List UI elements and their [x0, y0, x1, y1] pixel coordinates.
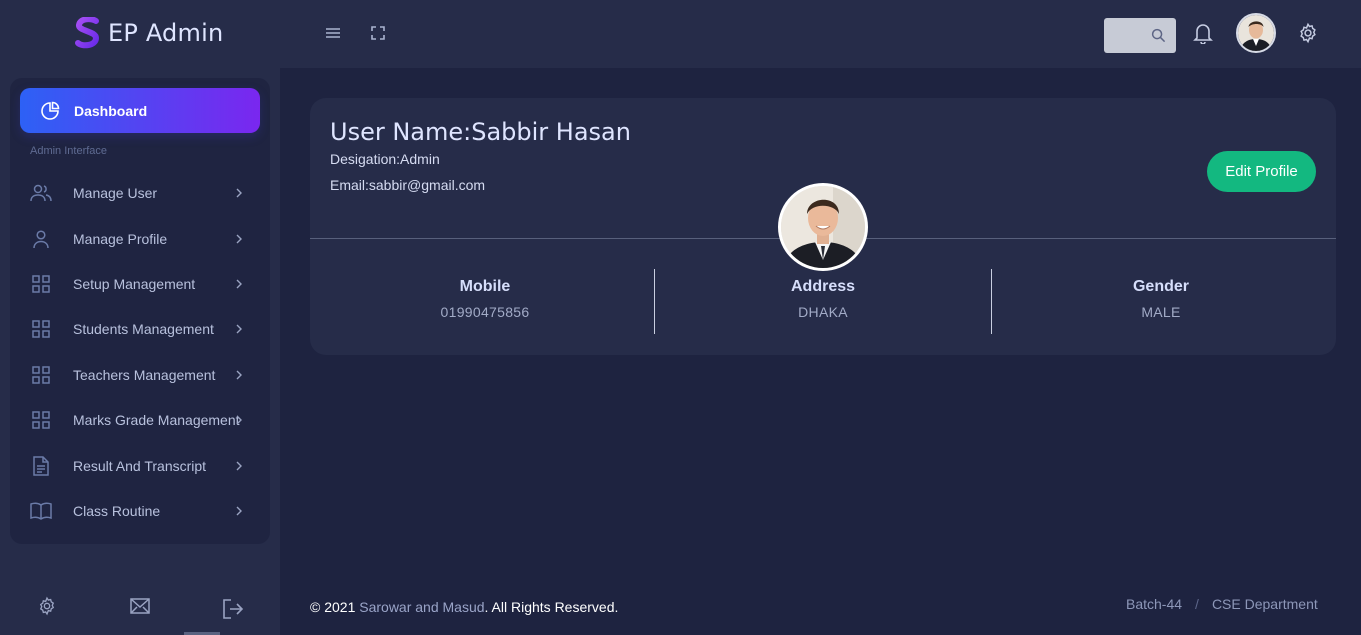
chevron-right-icon: [236, 461, 242, 471]
sidebar-item-label: Setup Management: [73, 276, 196, 292]
stat-label: Gender: [1132, 278, 1189, 295]
user-icon: [30, 228, 52, 250]
copyright-suffix: . All Rights Reserved.: [484, 599, 619, 615]
sidebar-item-students-management[interactable]: Students Management: [30, 312, 250, 346]
stat-value: MALE: [1141, 304, 1181, 320]
sidebar-item-class-routine[interactable]: Class Routine: [30, 494, 250, 528]
brand-name: EP Admin: [108, 19, 224, 47]
pie-chart-icon: [41, 101, 60, 120]
chevron-right-icon: [236, 370, 242, 380]
sidebar-item-label: Result And Transcript: [73, 458, 207, 474]
footer-meta: Batch-44 / CSE Department: [1126, 596, 1318, 612]
stat-value: 01990475856: [440, 304, 530, 320]
copyright-prefix: © 2021: [310, 599, 360, 615]
footer-department[interactable]: CSE Department: [1212, 596, 1318, 612]
top-bar: EP Admin: [0, 0, 1361, 68]
s-logo-icon: [75, 17, 100, 49]
sidebar-item-dashboard[interactable]: Dashboard: [20, 88, 260, 133]
gear-icon[interactable]: [1297, 22, 1319, 44]
copyright: © 2021 Sarowar and Masud. All Rights Res…: [310, 599, 618, 615]
chevron-right-icon: [236, 324, 242, 334]
stat-gender: Gender MALE: [1051, 278, 1271, 320]
logout-icon[interactable]: [221, 597, 245, 621]
sidebar-item-marks-grade-management[interactable]: Marks Grade Management: [30, 403, 250, 437]
sidebar-item-setup-management[interactable]: Setup Management: [30, 267, 250, 301]
sidebar-item-label: Manage Profile: [73, 231, 168, 247]
divider: [991, 269, 992, 334]
sidebar-item-teachers-management[interactable]: Teachers Management: [30, 358, 250, 392]
sidebar-section-label: Admin Interface: [30, 145, 108, 157]
chevron-right-icon: [236, 234, 242, 244]
chevron-right-icon: [236, 506, 242, 516]
hamburger-icon[interactable]: [322, 22, 344, 44]
profile-avatar: [778, 183, 868, 271]
stat-label: Mobile: [459, 278, 511, 295]
avatar[interactable]: [1236, 13, 1276, 53]
stat-mobile: Mobile 01990475856: [375, 278, 595, 320]
sidebar-item-manage-profile[interactable]: Manage Profile: [30, 222, 250, 256]
users-icon: [30, 182, 52, 204]
sidebar-item-label: Marks Grade Management: [73, 412, 240, 428]
search-icon: [1151, 28, 1166, 43]
fullscreen-icon[interactable]: [367, 22, 389, 44]
document-icon: [30, 455, 52, 477]
chevron-right-icon: [236, 188, 242, 198]
divider: [654, 269, 655, 334]
stat-value: DHAKA: [798, 304, 848, 320]
sidebar-item-manage-user[interactable]: Manage User: [30, 176, 250, 210]
sidebar-settings-icon[interactable]: [35, 594, 59, 618]
edit-profile-button[interactable]: Edit Profile: [1207, 151, 1316, 192]
chevron-right-icon: [236, 279, 242, 289]
book-icon: [30, 500, 52, 522]
grid-icon: [30, 318, 52, 340]
footer-batch[interactable]: Batch-44: [1126, 596, 1182, 612]
sidebar-item-label: Dashboard: [74, 102, 148, 119]
sidebar-item-label: Manage User: [73, 185, 158, 201]
sidebar-item-label: Teachers Management: [73, 367, 216, 383]
grid-icon: [30, 409, 52, 431]
stat-label: Address: [790, 278, 856, 295]
grid-icon: [30, 364, 52, 386]
profile-name: User Name:Sabbir Hasan: [330, 118, 631, 146]
footer-separator: /: [1195, 596, 1199, 612]
sidebar-item-label: Class Routine: [73, 503, 161, 519]
bell-icon[interactable]: [1192, 22, 1214, 44]
profile-email: Email:sabbir@gmail.com: [330, 177, 486, 193]
sidebar-item-result-and-transcript[interactable]: Result And Transcript: [30, 449, 250, 483]
search-input[interactable]: [1104, 18, 1176, 53]
sidebar-item-label: Students Management: [73, 321, 214, 337]
copyright-link[interactable]: Sarowar and Masud: [359, 599, 484, 615]
mail-icon[interactable]: [128, 594, 152, 618]
stat-address: Address DHAKA: [713, 278, 933, 320]
brand[interactable]: EP Admin: [74, 16, 223, 50]
profile-designation: Desigation:Admin: [330, 151, 440, 167]
chevron-right-icon: [236, 415, 242, 425]
grid-icon: [30, 273, 52, 295]
